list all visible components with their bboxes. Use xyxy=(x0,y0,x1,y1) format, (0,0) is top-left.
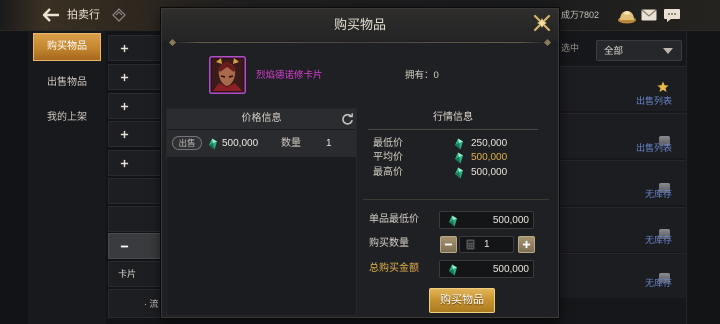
listing-type-badge: 出售 xyxy=(172,136,202,150)
page-title: 拍卖行 xyxy=(67,9,100,21)
price-info-title: 价格信息 xyxy=(241,113,282,124)
item-name: 烈焰德诺修卡片 xyxy=(256,70,323,81)
scroll-strip xyxy=(686,31,720,324)
subcategory-label: 卡片 xyxy=(118,269,137,279)
listing-qty: 1 xyxy=(326,138,332,149)
listing-status[interactable]: 出售列表 xyxy=(636,144,672,153)
mail-icon[interactable] xyxy=(641,9,657,21)
item-card-icon[interactable] xyxy=(209,56,246,94)
listing-status[interactable]: 出售列表 xyxy=(636,97,672,106)
quantity-input[interactable]: 1 xyxy=(459,236,514,253)
minus-icon xyxy=(120,242,129,251)
gem-icon xyxy=(454,138,464,150)
unit-min-price-label: 单品最低价 xyxy=(369,214,419,225)
gem-icon xyxy=(448,215,458,227)
filter-dropdown[interactable]: 全部 xyxy=(596,40,682,61)
avg-price-label: 平均价 xyxy=(373,152,403,163)
listing-row[interactable]: 无库存 xyxy=(560,253,686,298)
tab-my-listings[interactable]: 我的上架 xyxy=(33,104,101,132)
max-price-label: 最高价 xyxy=(373,167,403,178)
total-amount-field: 500,000 xyxy=(439,260,534,278)
minus-icon xyxy=(444,240,453,249)
quantity-increase-button[interactable] xyxy=(518,236,535,253)
plus-icon xyxy=(120,130,129,139)
max-price-value: 500,000 xyxy=(471,167,508,178)
quantity-label: 购买数量 xyxy=(369,238,409,249)
quantity-decrease-button[interactable] xyxy=(440,236,457,253)
min-price-value: 250,000 xyxy=(471,138,508,149)
close-icon[interactable] xyxy=(531,12,553,34)
listing-row[interactable]: 出售列表 xyxy=(560,113,686,158)
back-arrow-icon[interactable] xyxy=(42,8,60,22)
purchase-dialog: 购买物品 烈焰德诺修卡片 拥有：0 价格信息 出售 500,000 数量 1 行… xyxy=(161,8,559,318)
market-info-title: 行情信息 xyxy=(433,112,473,123)
plus-icon xyxy=(120,159,129,168)
avg-price-value: 500,000 xyxy=(471,152,508,163)
dialog-title: 购买物品 xyxy=(333,17,386,32)
sidebar: 购买物品 出售物品 我的上架 xyxy=(28,31,106,324)
listing-status: 无库存 xyxy=(644,189,672,199)
currency-readout: 成万7802 xyxy=(561,10,600,20)
listing-price: 500,000 xyxy=(222,138,259,149)
plus-icon xyxy=(120,102,129,111)
gem-icon xyxy=(454,167,464,179)
gold-pile-icon[interactable] xyxy=(617,8,637,24)
total-amount-value: 500,000 xyxy=(492,264,529,275)
tab-sell-items[interactable]: 出售物品 xyxy=(33,69,101,97)
gem-icon xyxy=(454,152,464,164)
tab-buy-items[interactable]: 购买物品 xyxy=(33,33,101,61)
title-divider xyxy=(172,42,548,43)
chat-icon[interactable] xyxy=(663,8,681,23)
min-price-label: 最低价 xyxy=(373,138,403,149)
buy-button[interactable]: 购买物品 xyxy=(429,288,495,313)
star-icon[interactable] xyxy=(657,81,669,93)
listing-row[interactable]: 无库存 xyxy=(560,207,686,252)
listing-row[interactable]: 出售列表 xyxy=(560,66,686,111)
plus-icon xyxy=(120,73,129,82)
unit-min-price-field: 500,000 xyxy=(439,211,534,229)
gem-icon xyxy=(448,264,458,276)
dialog-title-bar: 购买物品 xyxy=(162,9,558,41)
listing-qty-label: 数量 xyxy=(281,138,301,149)
dropdown-value: 全部 xyxy=(604,46,624,57)
listing-entry[interactable]: 出售 500,000 数量 1 xyxy=(167,130,356,157)
price-info-header: 价格信息 xyxy=(167,109,356,129)
listing-status: 无库存 xyxy=(644,235,672,245)
section-divider xyxy=(363,199,549,200)
price-info-panel: 价格信息 出售 500,000 数量 1 xyxy=(166,108,357,316)
filter-label: 选中 xyxy=(561,43,580,53)
calculator-icon[interactable] xyxy=(466,239,475,250)
owned-count: 拥有：0 xyxy=(405,70,439,81)
unit-min-price-value: 500,000 xyxy=(492,215,529,226)
listing-status: 无库存 xyxy=(644,278,672,288)
gem-icon xyxy=(208,138,218,150)
listing-row[interactable]: 无库存 xyxy=(560,160,686,205)
subcategory-label: · 流 xyxy=(144,299,159,309)
chevron-down-icon xyxy=(663,48,673,54)
total-amount-label: 总购买金额 xyxy=(369,263,419,274)
refresh-icon[interactable] xyxy=(341,113,354,126)
quantity-value: 1 xyxy=(484,239,490,250)
market-info-underline xyxy=(368,129,538,130)
plus-icon xyxy=(522,240,531,249)
plus-icon xyxy=(120,44,129,53)
